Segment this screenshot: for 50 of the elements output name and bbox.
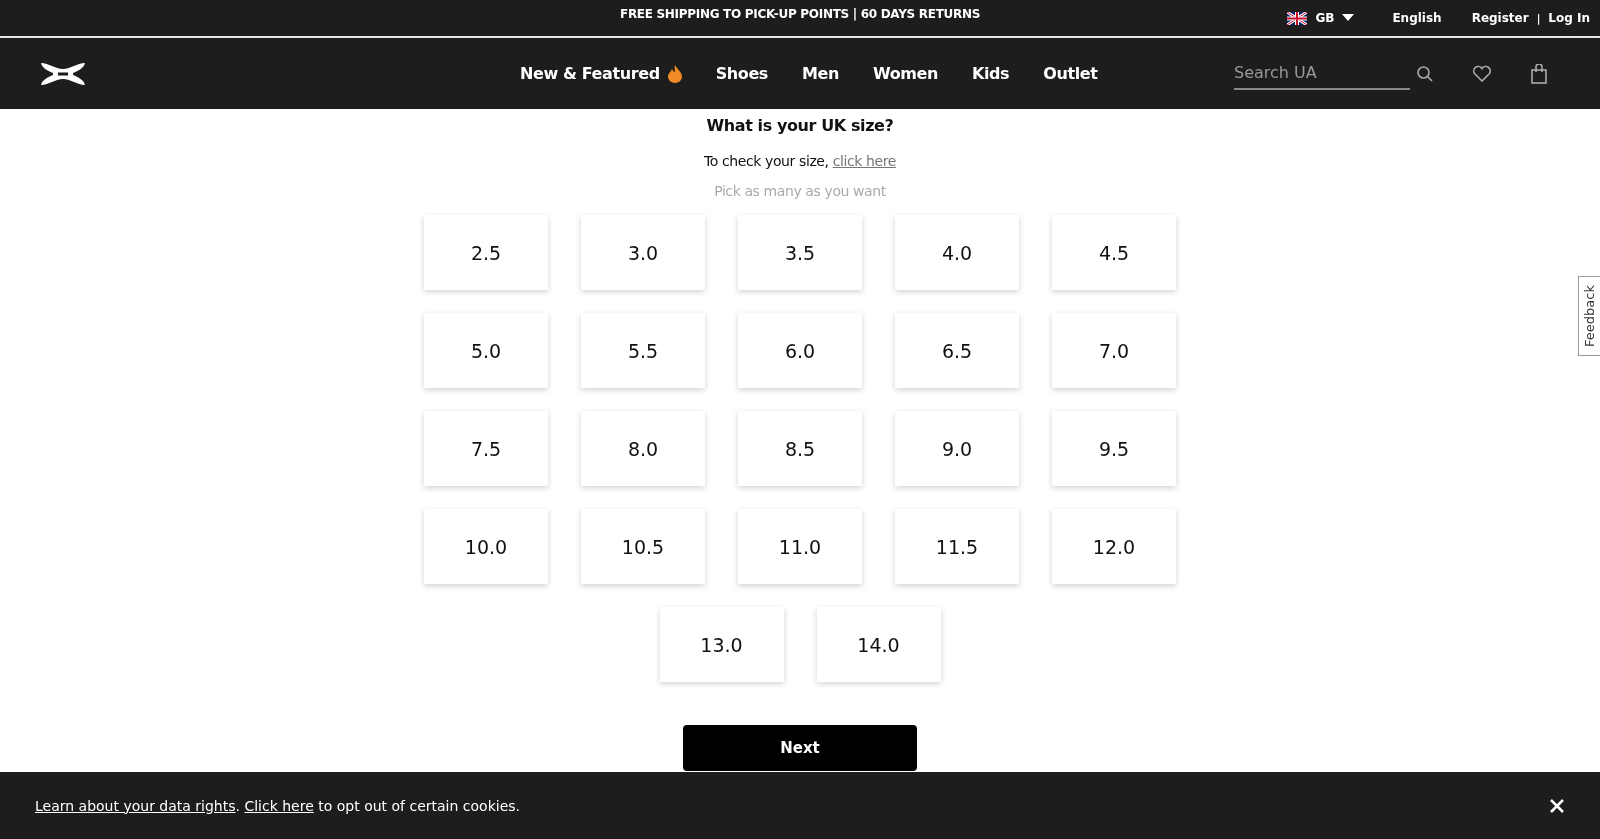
size-hint: To check your size, click here [704,153,896,169]
data-rights-link[interactable]: Learn about your data rights [35,797,236,814]
size-option[interactable]: 5.0 [424,313,548,388]
size-option[interactable]: 12.0 [1052,509,1176,584]
size-option[interactable]: 9.0 [895,411,1019,486]
size-option[interactable]: 6.5 [895,313,1019,388]
cookie-text: Learn about your data rights. Click here to opt out of certain cookies. [35,797,520,814]
size-option[interactable]: 10.0 [424,509,548,584]
size-option[interactable]: 4.5 [1052,215,1176,290]
heart-icon[interactable] [1472,64,1492,83]
country-selector[interactable]: GB [1315,11,1335,25]
flag-icon [1287,11,1308,25]
promo-text: FREE SHIPPING TO PICK-UP POINTS | 60 DAYS RETURNS [620,7,980,21]
nav-link[interactable]: Outlet [1043,64,1098,83]
size-option[interactable]: 3.5 [738,215,862,290]
size-option[interactable]: 13.0 [659,607,784,682]
size-option[interactable]: 3.0 [581,215,705,290]
nav-link[interactable]: Men [802,64,839,83]
nav-link[interactable]: Kids [971,64,1010,83]
size-option[interactable]: 7.5 [424,411,548,486]
register-link[interactable]: Register [1471,11,1529,25]
close-icon[interactable] [1549,797,1565,814]
size-option[interactable]: 6.0 [738,313,862,388]
size-option[interactable]: 11.5 [895,509,1019,584]
login-link[interactable]: Log In [1548,11,1590,25]
size-option[interactable]: 4.0 [895,215,1019,290]
next-button[interactable]: Next [683,725,917,771]
bag-icon[interactable] [1530,63,1548,84]
feedback-tab[interactable]: Feedback [1578,276,1600,356]
nav-link[interactable]: Shoes [715,64,768,83]
search-icon[interactable] [1416,64,1434,83]
language-link[interactable]: English [1392,11,1442,25]
size-option[interactable]: 7.0 [1052,313,1176,388]
caret-icon[interactable] [1342,14,1355,22]
separator: | [1536,12,1541,24]
size-option[interactable]: 8.0 [581,411,705,486]
size-option[interactable]: 2.5 [424,215,548,290]
size-option[interactable]: 5.5 [581,313,705,388]
size-option[interactable]: 10.5 [581,509,705,584]
size-option[interactable]: 11.0 [738,509,862,584]
opt-out-link[interactable]: Click here [244,797,314,814]
question-title: What is your UK size? [706,116,894,135]
nav-link[interactable]: New & Featured [520,64,682,83]
size-option[interactable]: 9.5 [1052,411,1176,486]
size-option[interactable]: 8.5 [738,411,862,486]
size-guide-link[interactable]: click here [832,153,896,169]
size-option[interactable]: 14.0 [816,607,941,682]
nav-link[interactable]: Women [872,64,938,83]
pick-note: Pick as many as you want [714,183,886,199]
search-field[interactable]: Search UA [1234,57,1410,90]
